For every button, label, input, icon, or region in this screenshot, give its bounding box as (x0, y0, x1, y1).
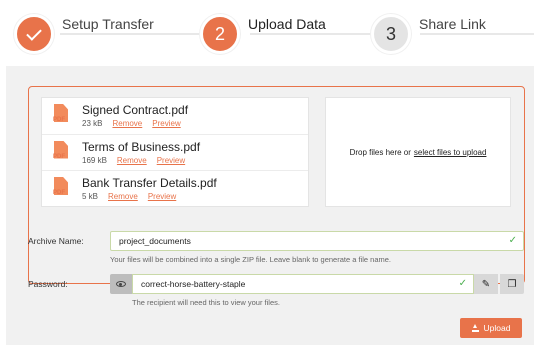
upload-button[interactable]: Upload (460, 318, 522, 338)
copy-icon: ❐ (507, 278, 517, 290)
file-size: 23 kB (82, 119, 103, 128)
password-label: Password: (28, 279, 68, 289)
password-help: The recipient will need this to view you… (132, 298, 280, 307)
file-row: PDF Signed Contract.pdf 23 kB Remove Pre… (42, 98, 308, 135)
pdf-file-icon: PDF (53, 140, 70, 163)
valid-check-icon: ✓ (458, 278, 467, 289)
file-name: Terms of Business.pdf (82, 139, 201, 154)
file-size: 169 kB (82, 155, 107, 165)
file-list: PDF Signed Contract.pdf 23 kB Remove Pre… (41, 97, 309, 207)
toggle-visibility-button[interactable] (110, 274, 132, 294)
file-row: PDF Bank Transfer Details.pdf 5 kB Remov… (42, 171, 308, 208)
file-size: 5 kB (82, 192, 99, 201)
drop-instructions: Drop files here or (349, 147, 411, 157)
checkmark-icon (26, 24, 42, 41)
pencil-icon: ✎ (481, 278, 491, 290)
edit-password-button[interactable]: ✎ (474, 274, 498, 294)
progress-stepper: Setup Transfer 2 Upload Data 3 Share Lin… (0, 0, 534, 66)
copy-password-button[interactable]: ❐ (500, 274, 524, 294)
upload-panel: PDF Signed Contract.pdf 23 kB Remove Pre… (6, 66, 534, 345)
file-row: PDF Terms of Business.pdf 169 kB Remove … (42, 135, 308, 171)
password-input[interactable]: correct-horse-battery-staple ✓ (132, 274, 474, 294)
pdf-file-icon: PDF (53, 104, 70, 126)
step-label: Upload Data (248, 16, 326, 32)
step-share-link[interactable]: 3 Share Link (371, 14, 486, 54)
remove-file-link[interactable]: Remove (112, 119, 142, 128)
remove-file-link[interactable]: Remove (108, 192, 138, 201)
eye-icon (116, 281, 126, 287)
archive-name-value: project_documents (119, 236, 191, 246)
preview-file-link[interactable]: Preview (148, 192, 176, 201)
preview-file-link[interactable]: Preview (152, 119, 180, 128)
valid-check-icon: ✓ (508, 235, 517, 246)
drop-target[interactable]: Drop files here or select files to uploa… (325, 97, 511, 207)
file-name: Bank Transfer Details.pdf (82, 176, 217, 190)
archive-name-label: Archive Name: (28, 236, 84, 246)
preview-file-link[interactable]: Preview (157, 156, 185, 165)
file-name: Signed Contract.pdf (82, 103, 189, 117)
upload-icon (471, 323, 479, 332)
archive-name-help: Your files will be combined into a singl… (110, 255, 392, 264)
step-label: Share Link (419, 16, 486, 32)
step-setup-transfer[interactable]: Setup Transfer (14, 14, 154, 54)
select-files-link[interactable]: select files to upload (414, 148, 487, 157)
step-done-indicator (14, 14, 54, 54)
archive-name-input[interactable]: project_documents ✓ (110, 231, 524, 251)
pdf-file-icon: PDF (53, 177, 70, 199)
remove-file-link[interactable]: Remove (117, 156, 147, 165)
step-label: Setup Transfer (62, 16, 154, 32)
upload-button-label: Upload (483, 323, 511, 333)
step-number: 2 (200, 14, 240, 54)
password-value: correct-horse-battery-staple (141, 279, 246, 289)
step-number: 3 (371, 14, 411, 54)
step-upload-data[interactable]: 2 Upload Data (200, 14, 326, 54)
